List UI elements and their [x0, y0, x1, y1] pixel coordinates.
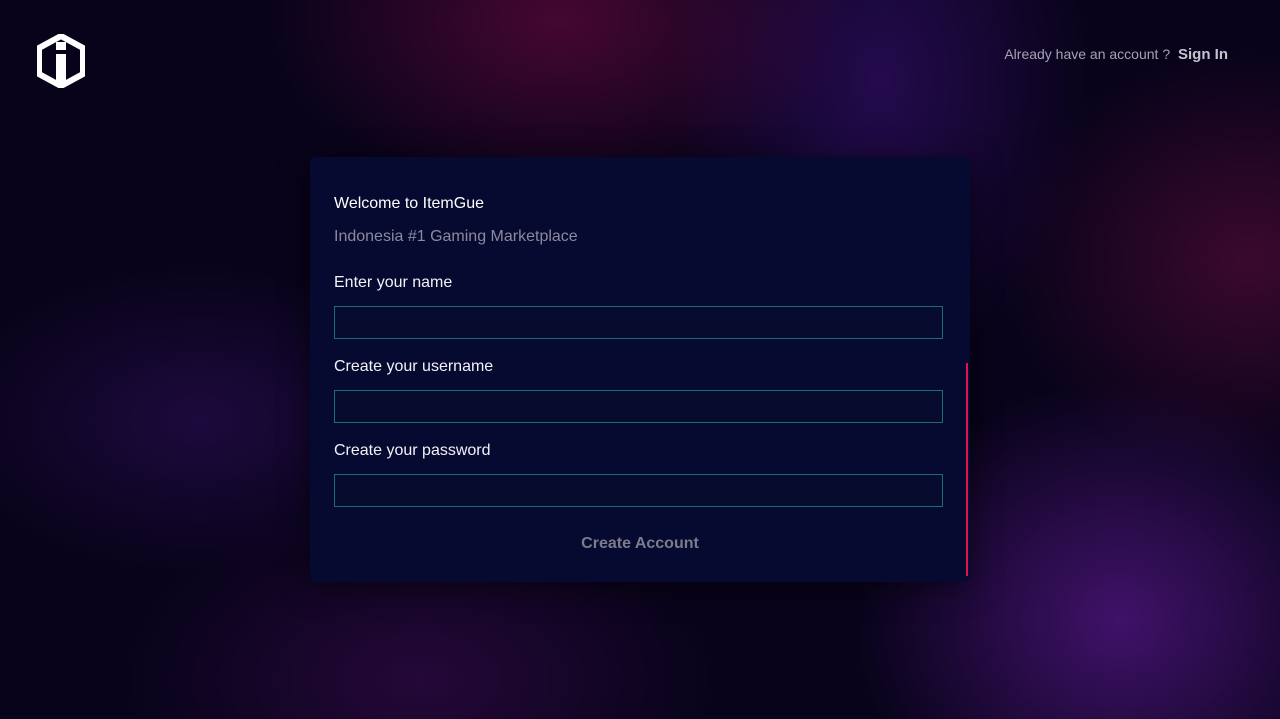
account-prompt-text: Already have an account ?: [1004, 46, 1171, 62]
register-card: Welcome to ItemGue Indonesia #1 Gaming M…: [310, 157, 970, 582]
create-account-button[interactable]: Create Account: [550, 530, 730, 558]
password-label: Create your password: [334, 442, 491, 459]
username-label: Create your username: [334, 358, 494, 375]
form-subtitle: Indonesia #1 Gaming Marketplace: [334, 228, 578, 245]
form-title: Welcome to ItemGue: [334, 195, 484, 212]
password-input[interactable]: [334, 474, 943, 507]
itemgue-logo-icon[interactable]: [37, 34, 85, 88]
name-label: Enter your name: [334, 274, 453, 291]
scrollbar[interactable]: [966, 363, 968, 576]
username-input[interactable]: [334, 390, 943, 423]
signin-link[interactable]: Sign In: [1178, 46, 1228, 63]
signin-prompt: Already have an account ? Sign In: [1004, 46, 1228, 63]
name-input[interactable]: [334, 306, 943, 339]
